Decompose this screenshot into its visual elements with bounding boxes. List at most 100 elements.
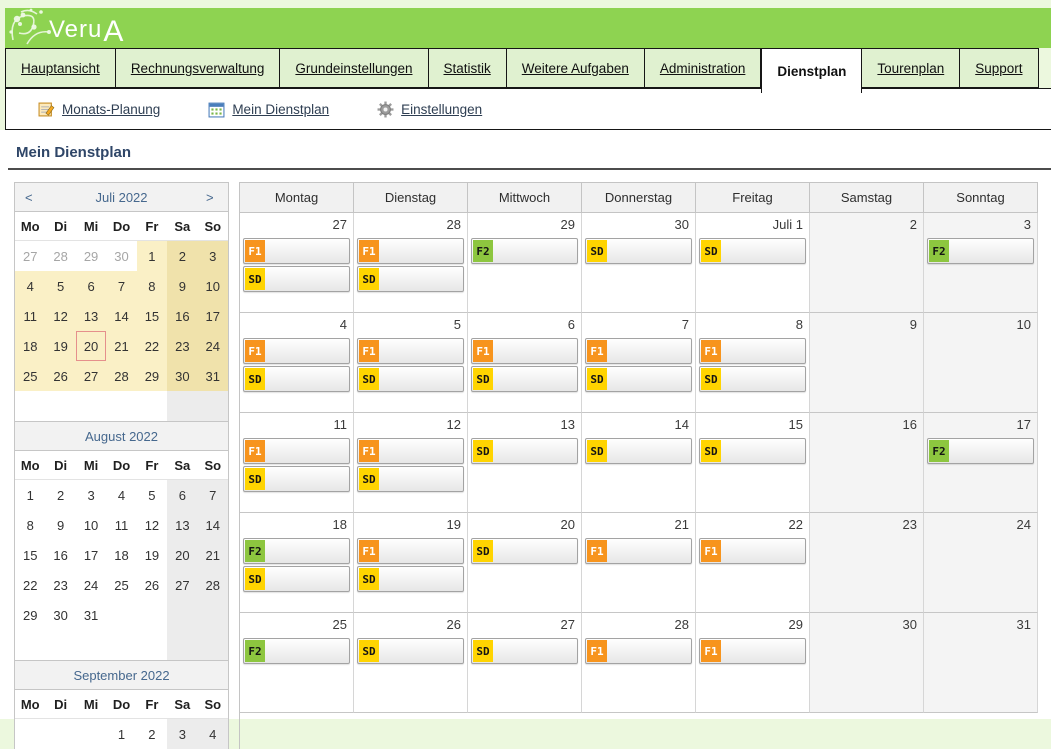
day-cell-21[interactable]: 21F1 <box>582 513 696 613</box>
mini-day-cell[interactable]: 15 <box>137 301 167 331</box>
shift-bar-f1[interactable]: F1 <box>699 638 806 664</box>
day-cell-28[interactable]: 28F1 <box>582 613 696 713</box>
day-cell-9[interactable]: 9 <box>810 313 924 413</box>
mini-day-cell[interactable]: 30 <box>106 241 136 271</box>
day-cell-29[interactable]: 29F2 <box>468 213 582 313</box>
tab-statistik[interactable]: Statistik <box>429 48 507 88</box>
shift-bar-f1[interactable]: F1 <box>243 338 350 364</box>
mini-day-cell[interactable]: 3 <box>198 241 228 271</box>
toolbar-item-mein-dienstplan[interactable]: Mein Dienstplan <box>208 101 329 118</box>
shift-bar-sd[interactable]: SD <box>699 366 806 392</box>
shift-bar-f2[interactable]: F2 <box>243 538 350 564</box>
mini-day-cell[interactable]: 31 <box>198 361 228 391</box>
day-cell-18[interactable]: 18F2SD <box>240 513 354 613</box>
mini-day-cell[interactable]: 30 <box>167 361 197 391</box>
shift-bar-sd[interactable]: SD <box>243 366 350 392</box>
shift-bar-f1[interactable]: F1 <box>357 438 464 464</box>
mini-day-cell[interactable]: 4 <box>198 719 228 749</box>
day-cell-4[interactable]: 4F1SD <box>240 313 354 413</box>
mini-day-cell[interactable]: 14 <box>106 301 136 331</box>
mini-day-cell[interactable]: 3 <box>167 719 197 749</box>
tab-hauptansicht[interactable]: Hauptansicht <box>5 48 116 88</box>
tab-support[interactable]: Support <box>960 48 1038 88</box>
mini-day-cell[interactable]: 11 <box>106 510 136 540</box>
day-cell-23[interactable]: 23 <box>810 513 924 613</box>
mini-day-cell[interactable]: 2 <box>167 241 197 271</box>
shift-bar-sd[interactable]: SD <box>471 638 578 664</box>
shift-bar-sd[interactable]: SD <box>585 238 692 264</box>
shift-bar-sd[interactable]: SD <box>357 366 464 392</box>
mini-day-cell[interactable]: 9 <box>167 271 197 301</box>
mini-day-cell[interactable]: 25 <box>15 361 45 391</box>
day-cell-12[interactable]: 12F1SD <box>354 413 468 513</box>
next-month-button[interactable]: > <box>206 190 218 205</box>
day-cell-24[interactable]: 24 <box>924 513 1038 613</box>
day-cell-10[interactable]: 10 <box>924 313 1038 413</box>
mini-day-cell[interactable]: 16 <box>167 301 197 331</box>
mini-day-cell[interactable]: 17 <box>76 540 106 570</box>
mini-day-cell[interactable]: 6 <box>167 480 197 510</box>
shift-bar-f1[interactable]: F1 <box>585 638 692 664</box>
tab-weitere-aufgaben[interactable]: Weitere Aufgaben <box>507 48 645 88</box>
shift-bar-f2[interactable]: F2 <box>243 638 350 664</box>
shift-bar-f1[interactable]: F1 <box>699 538 806 564</box>
mini-day-cell[interactable]: 3 <box>76 480 106 510</box>
mini-day-cell[interactable]: 17 <box>198 301 228 331</box>
shift-bar-f1[interactable]: F1 <box>357 238 464 264</box>
mini-day-cell[interactable]: 18 <box>106 540 136 570</box>
shift-bar-sd[interactable]: SD <box>585 366 692 392</box>
day-cell-25[interactable]: 25F2 <box>240 613 354 713</box>
day-cell-26[interactable]: 26SD <box>354 613 468 713</box>
day-cell-6[interactable]: 6F1SD <box>468 313 582 413</box>
shift-bar-sd[interactable]: SD <box>357 466 464 492</box>
mini-day-cell[interactable]: 27 <box>167 570 197 600</box>
mini-day-cell[interactable]: 15 <box>15 540 45 570</box>
mini-day-cell[interactable]: 8 <box>15 510 45 540</box>
mini-day-cell[interactable]: 22 <box>137 331 167 361</box>
tab-tourenplan[interactable]: Tourenplan <box>862 48 960 88</box>
mini-day-cell[interactable]: 18 <box>15 331 45 361</box>
shift-bar-f2[interactable]: F2 <box>927 238 1034 264</box>
mini-day-cell[interactable]: 24 <box>198 331 228 361</box>
mini-day-cell[interactable]: 1 <box>137 241 167 271</box>
mini-day-cell[interactable]: 1 <box>15 480 45 510</box>
mini-day-cell[interactable]: 5 <box>45 271 75 301</box>
mini-day-cell[interactable]: 28 <box>106 361 136 391</box>
shift-bar-f2[interactable]: F2 <box>471 238 578 264</box>
mini-day-cell[interactable]: 5 <box>137 480 167 510</box>
mini-day-cell[interactable]: 26 <box>137 570 167 600</box>
tab-administration[interactable]: Administration <box>645 48 762 88</box>
mini-day-cell[interactable]: 30 <box>45 600 75 630</box>
mini-day-cell[interactable]: 29 <box>76 241 106 271</box>
shift-bar-sd[interactable]: SD <box>243 266 350 292</box>
mini-day-cell[interactable]: 4 <box>106 480 136 510</box>
day-cell-31[interactable]: 31 <box>924 613 1038 713</box>
shift-bar-sd[interactable]: SD <box>699 238 806 264</box>
shift-bar-f1[interactable]: F1 <box>243 438 350 464</box>
shift-bar-f1[interactable]: F1 <box>699 338 806 364</box>
mini-day-cell[interactable]: 27 <box>76 361 106 391</box>
tab-grundeinstellungen[interactable]: Grundeinstellungen <box>280 48 428 88</box>
shift-bar-sd[interactable]: SD <box>471 438 578 464</box>
shift-bar-f1[interactable]: F1 <box>357 338 464 364</box>
shift-bar-sd[interactable]: SD <box>699 438 806 464</box>
mini-day-cell[interactable]: 22 <box>15 570 45 600</box>
shift-bar-sd[interactable]: SD <box>243 566 350 592</box>
day-cell-11[interactable]: 11F1SD <box>240 413 354 513</box>
mini-day-cell[interactable]: 23 <box>45 570 75 600</box>
day-cell-27[interactable]: 27SD <box>468 613 582 713</box>
mini-day-cell[interactable]: 21 <box>198 540 228 570</box>
mini-day-cell[interactable]: 21 <box>106 331 136 361</box>
shift-bar-f1[interactable]: F1 <box>471 338 578 364</box>
day-cell-29[interactable]: 29F1 <box>696 613 810 713</box>
shift-bar-f1[interactable]: F1 <box>585 538 692 564</box>
mini-day-cell[interactable]: 14 <box>198 510 228 540</box>
shift-bar-sd[interactable]: SD <box>243 466 350 492</box>
mini-day-cell[interactable]: 9 <box>45 510 75 540</box>
mini-day-cell[interactable]: 13 <box>76 301 106 331</box>
shift-bar-sd[interactable]: SD <box>471 538 578 564</box>
mini-day-cell[interactable]: 20 <box>167 540 197 570</box>
toolbar-item-einstellungen[interactable]: Einstellungen <box>377 101 482 118</box>
toolbar-item-monats-planung[interactable]: Monats-Planung <box>38 101 160 118</box>
day-cell-27[interactable]: 27F1SD <box>240 213 354 313</box>
